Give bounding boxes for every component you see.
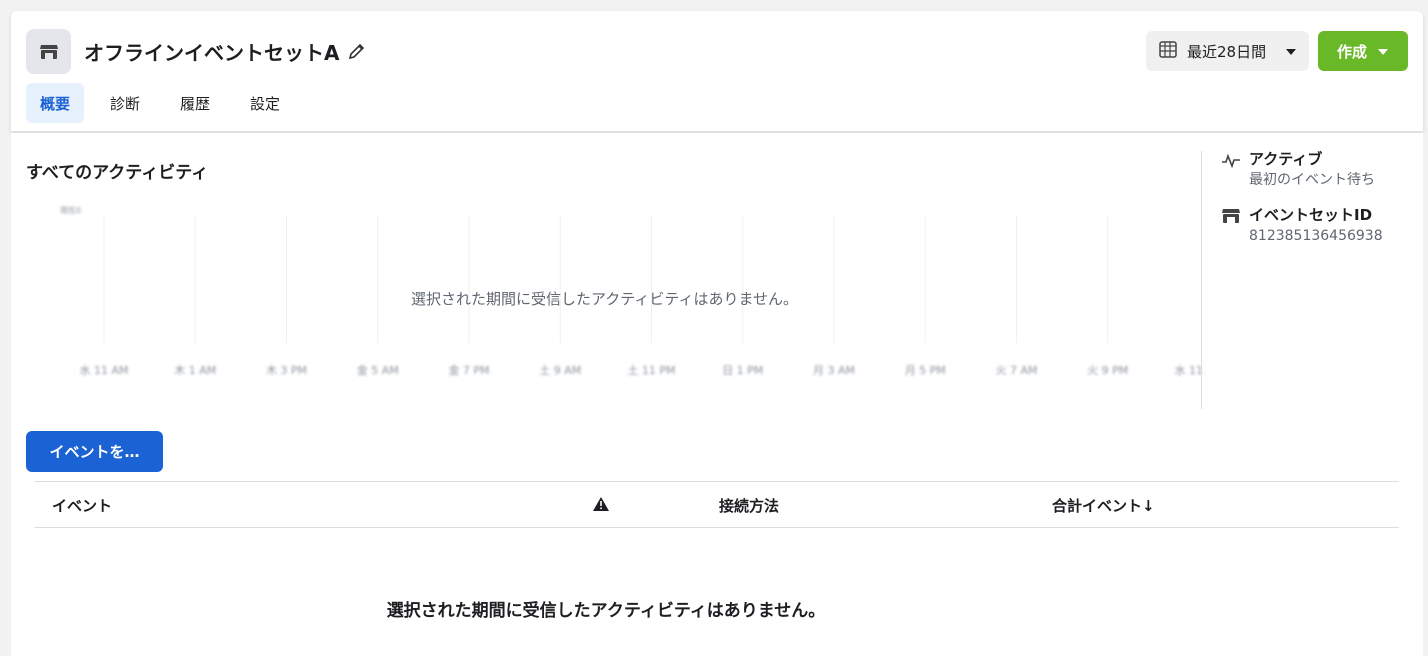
x-tick-label: 火 7 AM — [995, 364, 1037, 377]
chart-empty-message: 選択された期間に受信したアクティビティはありません。 — [411, 290, 799, 308]
column-event[interactable]: イベント — [52, 495, 112, 516]
table-empty-message: 選択された期間に受信したアクティビティはありません。 — [386, 601, 826, 621]
create-button-label: 作成 — [1336, 42, 1367, 61]
x-tick-label: 土 9 AM — [539, 364, 581, 377]
date-range-selector[interactable]: 最近28日間 — [1146, 31, 1309, 71]
status-label: アクティブ — [1249, 150, 1323, 168]
x-tick-label: 木 1 AM — [174, 364, 216, 377]
column-connection-method[interactable]: 接続方法 — [719, 495, 779, 516]
status-row: アクティブ 最初のイベント待ち — [1221, 149, 1411, 191]
caret-down-icon — [1285, 42, 1297, 60]
x-tick-label: 土 11 PM — [627, 364, 675, 377]
events-table-header: イベント 接続方法 合計イベント↓ — [35, 481, 1399, 528]
activity-title: すべてのアクティビティ — [26, 163, 209, 183]
warning-icon — [593, 497, 609, 515]
event-set-id-value: 812385136456938 — [1249, 228, 1383, 244]
page-title-text: オフラインイベントセットA — [84, 41, 340, 65]
store-icon — [1221, 207, 1241, 227]
page-title: オフラインイベントセットA — [84, 37, 369, 66]
store-icon — [26, 29, 71, 74]
x-tick-label: 日 1 PM — [722, 364, 763, 377]
tab-overview[interactable]: 概要 — [26, 83, 85, 123]
event-set-id-label: イベントセットID — [1249, 206, 1373, 224]
tab-bar: 概要 診断 履歴 設定 — [26, 83, 306, 123]
edit-pencil-icon[interactable] — [347, 41, 369, 63]
create-button[interactable]: 作成 — [1318, 31, 1408, 71]
main-card: すべてのアクティビティ 現在0 水 11 AM 木 1 AM 木 3 PM 金 5 A… — [11, 133, 1423, 656]
x-tick-label: 月 5 PM — [905, 364, 946, 377]
status-sub: 最初のイベント待ち — [1249, 172, 1375, 188]
x-tick-label: 木 3 PM — [266, 364, 307, 377]
side-panel: アクティブ 最初のイベント待ち イベントセットID 81238513645693… — [1221, 149, 1411, 261]
caret-down-icon — [1377, 42, 1389, 60]
event-dropdown-button[interactable]: イベントを… — [26, 431, 163, 472]
column-total-events[interactable]: 合計イベント↓ — [1052, 495, 1155, 516]
tab-settings[interactable]: 設定 — [236, 83, 294, 123]
date-range-label: 最近28日間 — [1187, 42, 1267, 61]
x-tick-label: 月 3 AM — [813, 364, 855, 377]
id-row: イベントセットID 812385136456938 — [1221, 205, 1411, 247]
x-tick-label: 水 11 AM — [79, 364, 128, 377]
calendar-icon — [1158, 39, 1178, 63]
x-tick-label: 金 7 PM — [448, 363, 489, 377]
x-tick-label: 火 9 PM — [1087, 364, 1128, 377]
activity-pulse-icon — [1221, 151, 1241, 171]
vertical-divider — [1201, 151, 1202, 409]
x-tick-label: 金 5 AM — [357, 363, 399, 377]
header-card: オフラインイベントセットA 最近28日間 作成 概要 診断 履歴 設定 — [11, 11, 1423, 131]
tab-diagnostics[interactable]: 診断 — [96, 83, 154, 123]
tab-history[interactable]: 履歴 — [166, 83, 224, 123]
y-tick-label: 現在0 — [60, 205, 81, 215]
